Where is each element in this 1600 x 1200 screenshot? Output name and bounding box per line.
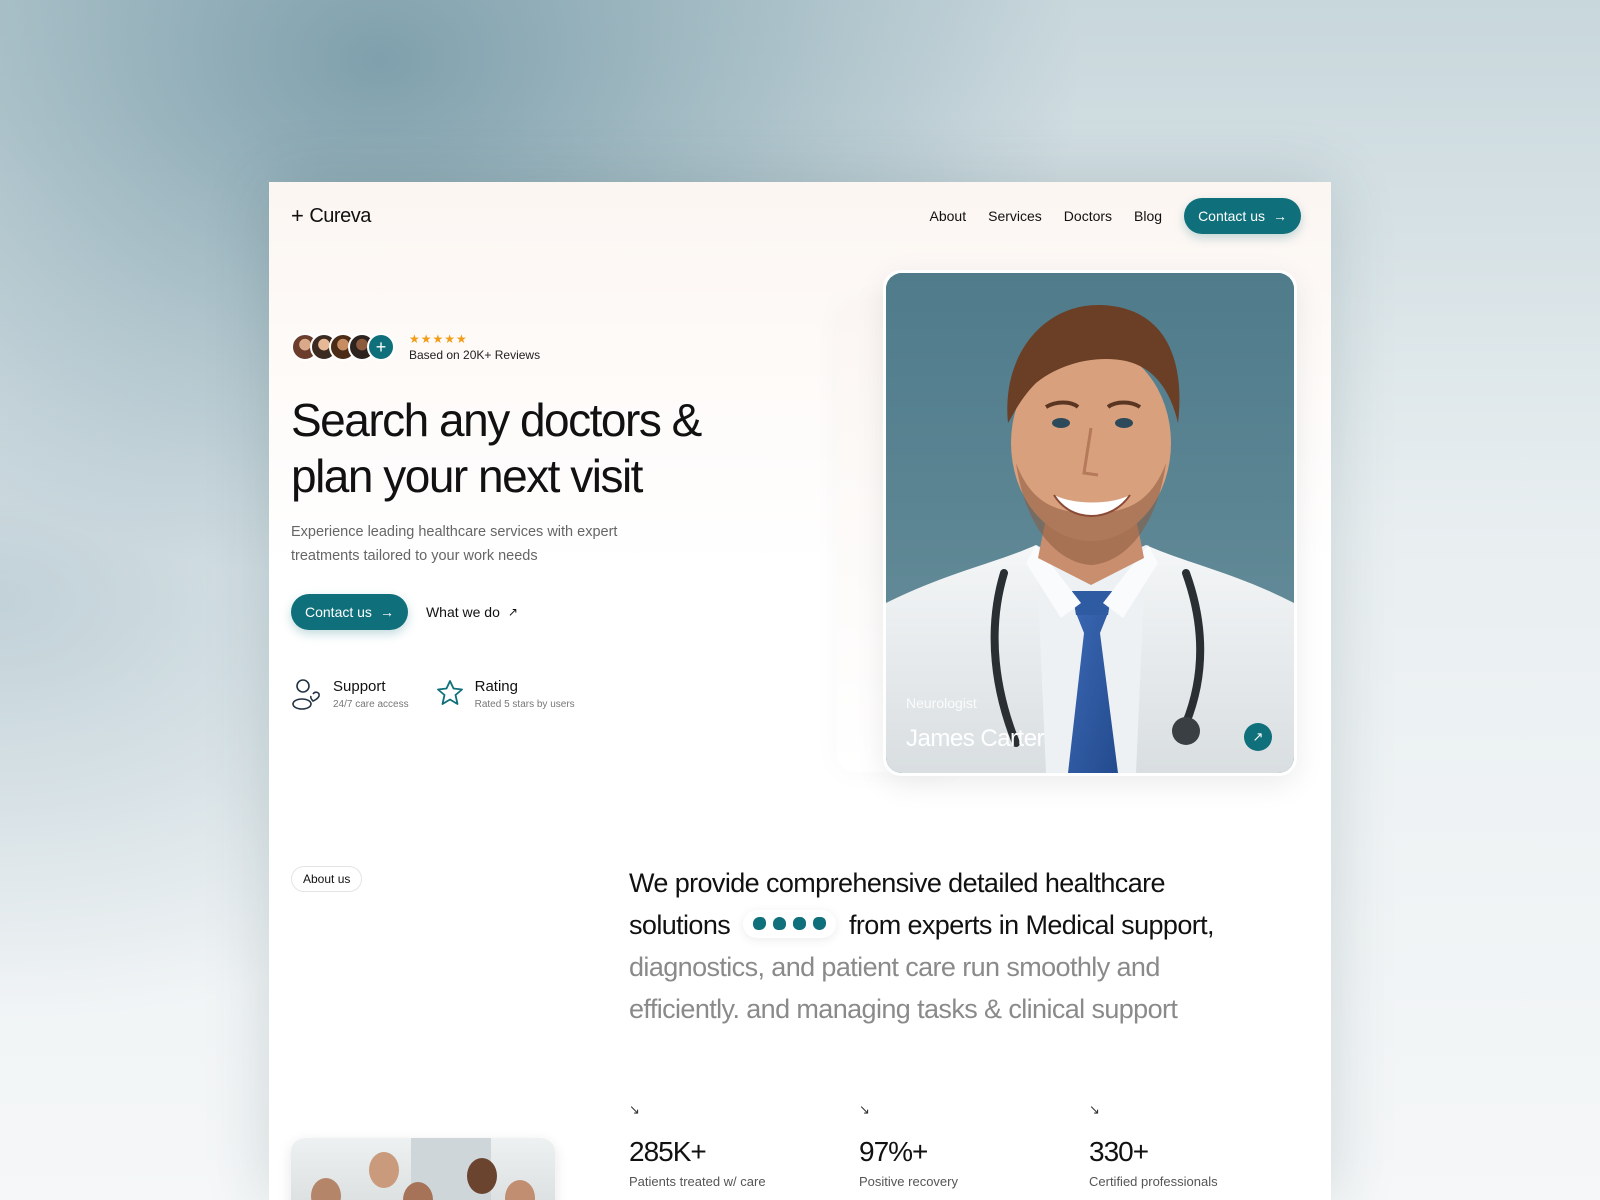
lungs-icon [813, 917, 827, 931]
team-member [369, 1152, 399, 1188]
doctor-name: James Carter [906, 725, 1045, 752]
stat-value: 330+ [1089, 1136, 1149, 1167]
hero-subtitle: Experience leading healthcare services w… [291, 520, 651, 568]
feature-rating-title: Rating [474, 678, 518, 695]
stat-value: 97%+ [859, 1136, 928, 1167]
hero-title: Search any doctors & plan your next visi… [291, 392, 851, 504]
arrow-right-icon: → [379, 604, 394, 620]
hero-contact-label: Contact us [305, 604, 372, 620]
website-frame: + Cureva About Services Doctors Blog Con… [269, 182, 1331, 1200]
arrow-up-right-icon[interactable]: ↗ [1244, 723, 1272, 751]
stat-professionals: ↘ 330+ Certified professionals [1089, 1102, 1319, 1189]
kidney-icon [773, 917, 787, 931]
hero-title-line1: Search any doctors & [291, 394, 702, 446]
feature-support-subtitle: 24/7 care access [333, 699, 409, 710]
what-we-do-label: What we do [425, 604, 500, 620]
support-icon [291, 678, 323, 717]
brain-icon [793, 917, 807, 931]
stat-value: 285K+ [629, 1136, 707, 1167]
add-avatar-icon[interactable]: + [367, 333, 395, 361]
stomach-icon [753, 917, 767, 931]
stat-recovery: ↘ 97%+ Positive recovery [859, 1102, 1089, 1189]
reviews-summary: + ★★★★★ Based on 20K+ Reviews [291, 332, 540, 362]
nav-links: About Services Doctors Blog Contact us → [930, 198, 1301, 234]
hero-features: Support 24/7 care access Rating Rated 5 … [291, 678, 575, 717]
team-photo [291, 1138, 555, 1200]
star-rating-icon: ★★★★★ [409, 332, 468, 346]
brand-logo[interactable]: + Cureva [291, 203, 371, 229]
team-member [505, 1180, 535, 1200]
about-statement: We provide comprehensive detailed health… [629, 862, 1249, 1030]
nav-link-services[interactable]: Services [988, 208, 1042, 224]
what-we-do-link[interactable]: What we do ↗ [426, 604, 518, 620]
doctor-photo: Neurologist James Carter ↗ [886, 273, 1294, 773]
stat-label: Positive recovery [859, 1174, 958, 1189]
about-text-part2: from experts in Medical support, [848, 910, 1215, 940]
feature-rating-subtitle: Rated 5 stars by users [474, 699, 575, 710]
plus-icon: + [291, 203, 304, 228]
arrow-up-right-icon: ↗ [507, 605, 518, 619]
stat-label: Patients treated w/ care [629, 1174, 766, 1189]
hero-subtitle-line2: treatments tailored to your work needs [291, 548, 538, 564]
team-member [467, 1158, 497, 1194]
specialty-icons-pill [743, 909, 837, 938]
brand-name: Cureva [309, 204, 371, 227]
doctor-card[interactable]: Neurologist James Carter ↗ [883, 270, 1297, 776]
arrow-down-right-icon: ↘ [1089, 1102, 1100, 1117]
star-badge-icon [435, 678, 465, 715]
reviews-count-text: Based on 20K+ Reviews [409, 348, 541, 362]
reviewer-avatars: + [291, 333, 395, 361]
feature-rating: Rating Rated 5 stars by users [435, 678, 575, 717]
hero-contact-button[interactable]: Contact us → [291, 594, 408, 630]
stat-label: Certified professionals [1089, 1174, 1218, 1189]
nav-contact-label: Contact us [1198, 208, 1265, 224]
stat-patients: ↘ 285K+ Patients treated w/ care [629, 1102, 859, 1189]
nav-link-blog[interactable]: Blog [1134, 208, 1162, 224]
nav-link-doctors[interactable]: Doctors [1064, 208, 1112, 224]
arrow-down-right-icon: ↘ [629, 1102, 640, 1117]
feature-support-title: Support [333, 678, 386, 695]
feature-support: Support 24/7 care access [291, 678, 409, 717]
arrow-right-icon: → [1273, 208, 1287, 224]
nav-contact-button[interactable]: Contact us → [1184, 198, 1301, 234]
hero-actions: Contact us → What we do ↗ [291, 594, 518, 630]
doctor-specialty: Neurologist [906, 695, 977, 711]
team-member [311, 1178, 341, 1200]
top-nav: + Cureva About Services Doctors Blog Con… [291, 198, 1301, 234]
hero-title-line2: plan your next visit [291, 450, 643, 502]
about-text-muted: diagnostics, and patient care run smooth… [629, 952, 1178, 1024]
hero-subtitle-line1: Experience leading healthcare services w… [291, 524, 618, 540]
arrow-down-right-icon: ↘ [859, 1102, 870, 1117]
stats-row: ↘ 285K+ Patients treated w/ care ↘ 97%+ … [629, 1102, 1319, 1189]
nav-link-about[interactable]: About [930, 208, 967, 224]
about-us-badge: About us [291, 866, 363, 892]
